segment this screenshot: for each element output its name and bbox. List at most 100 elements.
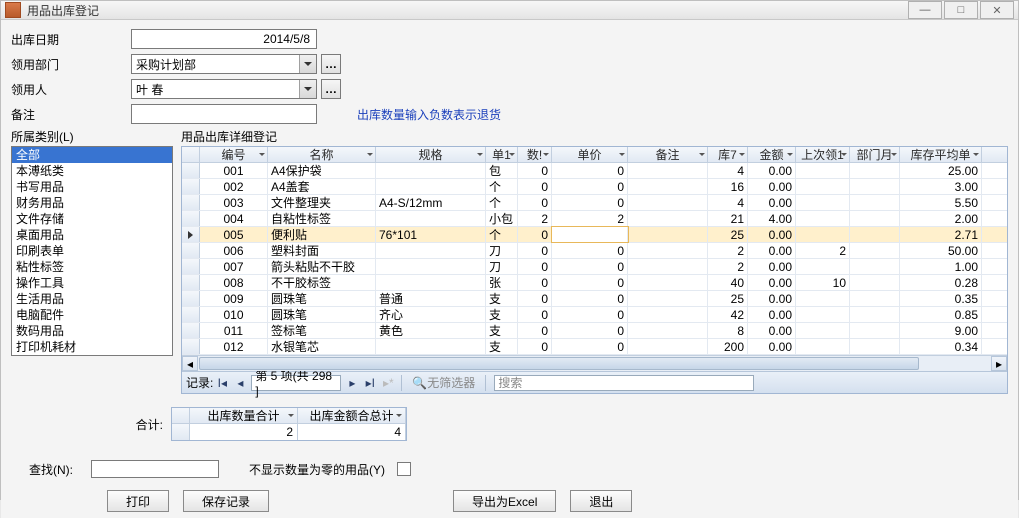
nav-next-button[interactable]: ▸ [343, 374, 361, 392]
cell-id[interactable]: 010 [200, 307, 268, 322]
cell-name[interactable]: A4保护袋 [268, 163, 376, 178]
cell-dept[interactable] [850, 227, 900, 242]
cell-avg[interactable]: 3.00 [900, 179, 982, 194]
table-row[interactable]: 009圆珠笔普通支00250.000.35 [182, 291, 1007, 307]
dept-browse-button[interactable]: … [321, 54, 341, 74]
cell-stock[interactable]: 8 [708, 323, 748, 338]
cell-qty[interactable]: 0 [518, 307, 552, 322]
table-row[interactable]: 008不干胶标签张00400.00100.28 [182, 275, 1007, 291]
cell-amt[interactable]: 0.00 [748, 291, 796, 306]
category-item[interactable]: 全部 [12, 147, 172, 163]
cell-note[interactable] [628, 323, 708, 338]
cell-name[interactable]: 便利贴 [268, 227, 376, 242]
row-selector[interactable] [182, 339, 200, 354]
cell-amt[interactable]: 0.00 [748, 243, 796, 258]
cell-qty[interactable]: 0 [518, 195, 552, 210]
filter-indicator[interactable]: 🔍 无筛选器 [412, 374, 475, 391]
cell-spec[interactable]: 普通 [376, 291, 486, 306]
cell-spec[interactable] [376, 243, 486, 258]
cell-price[interactable]: 0 [552, 195, 628, 210]
cell-last[interactable] [796, 291, 850, 306]
row-selector[interactable] [182, 243, 200, 258]
nav-position[interactable]: 第 5 项(共 298 ] [251, 375, 341, 391]
table-row[interactable]: 010圆珠笔齐心支00420.000.85 [182, 307, 1007, 323]
person-combo[interactable]: 叶 春 [131, 79, 317, 99]
cell-note[interactable] [628, 179, 708, 194]
cell-note[interactable] [628, 163, 708, 178]
cell-spec[interactable] [376, 179, 486, 194]
cell-dept[interactable] [850, 243, 900, 258]
cell-spec[interactable]: 黄色 [376, 323, 486, 338]
cell-amt[interactable]: 0.00 [748, 259, 796, 274]
cell-avg[interactable]: 0.35 [900, 291, 982, 306]
minimize-button[interactable]: — [908, 1, 942, 19]
cell-unit[interactable]: 个 [486, 227, 518, 242]
cell-avg[interactable]: 25.00 [900, 163, 982, 178]
cell-id[interactable]: 007 [200, 259, 268, 274]
cell-avg[interactable]: 5.50 [900, 195, 982, 210]
cell-name[interactable]: 自粘性标签 [268, 211, 376, 226]
cell-avg[interactable]: 2.71 [900, 227, 982, 242]
table-row[interactable]: 012水银笔芯支002000.000.34 [182, 339, 1007, 355]
row-selector[interactable] [182, 323, 200, 338]
cell-dept[interactable] [850, 195, 900, 210]
row-selector[interactable] [182, 211, 200, 226]
category-item[interactable]: 书写用品 [12, 179, 172, 195]
nav-first-button[interactable]: I◂ [213, 374, 231, 392]
category-item[interactable]: 数码用品 [12, 323, 172, 339]
cell-price[interactable] [552, 227, 628, 242]
cell-qty[interactable]: 0 [518, 227, 552, 242]
nav-last-button[interactable]: ▸I [361, 374, 379, 392]
cell-stock[interactable]: 2 [708, 243, 748, 258]
cell-note[interactable] [628, 211, 708, 226]
maximize-button[interactable]: □ [944, 1, 978, 19]
table-row[interactable]: 007箭头粘贴不干胶刀0020.001.00 [182, 259, 1007, 275]
cell-last[interactable] [796, 163, 850, 178]
cell-stock[interactable]: 21 [708, 211, 748, 226]
cell-name[interactable]: 文件整理夹 [268, 195, 376, 210]
cell-unit[interactable]: 包 [486, 163, 518, 178]
row-selector[interactable] [182, 163, 200, 178]
table-row[interactable]: 005便利贴76*101个0250.002.71 [182, 227, 1007, 243]
category-item[interactable]: 桌面用品 [12, 227, 172, 243]
cell-amt[interactable]: 4.00 [748, 211, 796, 226]
cell-qty[interactable]: 0 [518, 339, 552, 354]
cell-last[interactable] [796, 179, 850, 194]
cell-avg[interactable]: 2.00 [900, 211, 982, 226]
cell-avg[interactable]: 0.85 [900, 307, 982, 322]
cell-spec[interactable]: 齐心 [376, 307, 486, 322]
cell-note[interactable] [628, 195, 708, 210]
table-row[interactable]: 006塑料封面刀0020.00250.00 [182, 243, 1007, 259]
category-item[interactable]: 财务用品 [12, 195, 172, 211]
cell-dept[interactable] [850, 259, 900, 274]
cell-dept[interactable] [850, 179, 900, 194]
cell-stock[interactable]: 4 [708, 163, 748, 178]
category-item[interactable]: 电脑配件 [12, 307, 172, 323]
scroll-left-icon[interactable]: ◂ [182, 356, 198, 371]
exit-button[interactable]: 退出 [570, 490, 632, 512]
cell-spec[interactable] [376, 275, 486, 290]
cell-amt[interactable]: 0.00 [748, 163, 796, 178]
table-row[interactable]: 011签标笔黄色支0080.009.00 [182, 323, 1007, 339]
row-selector[interactable] [182, 227, 200, 242]
cell-dept[interactable] [850, 275, 900, 290]
cell-price[interactable]: 0 [552, 275, 628, 290]
cell-price[interactable]: 0 [552, 291, 628, 306]
cell-last[interactable] [796, 307, 850, 322]
chevron-down-icon[interactable] [299, 55, 316, 73]
cell-name[interactable]: 圆珠笔 [268, 291, 376, 306]
cell-name[interactable]: 水银笔芯 [268, 339, 376, 354]
cell-amt[interactable]: 0.00 [748, 339, 796, 354]
category-item[interactable]: 本溥纸类 [12, 163, 172, 179]
cell-unit[interactable]: 个 [486, 179, 518, 194]
person-browse-button[interactable]: … [321, 79, 341, 99]
cell-spec[interactable] [376, 211, 486, 226]
cell-unit[interactable]: 支 [486, 339, 518, 354]
cell-name[interactable]: 箭头粘贴不干胶 [268, 259, 376, 274]
category-item[interactable]: 打印机耗材 [12, 339, 172, 355]
cell-id[interactable]: 009 [200, 291, 268, 306]
cell-amt[interactable]: 0.00 [748, 179, 796, 194]
cell-last[interactable]: 2 [796, 243, 850, 258]
row-selector[interactable] [182, 179, 200, 194]
cell-name[interactable]: 塑料封面 [268, 243, 376, 258]
